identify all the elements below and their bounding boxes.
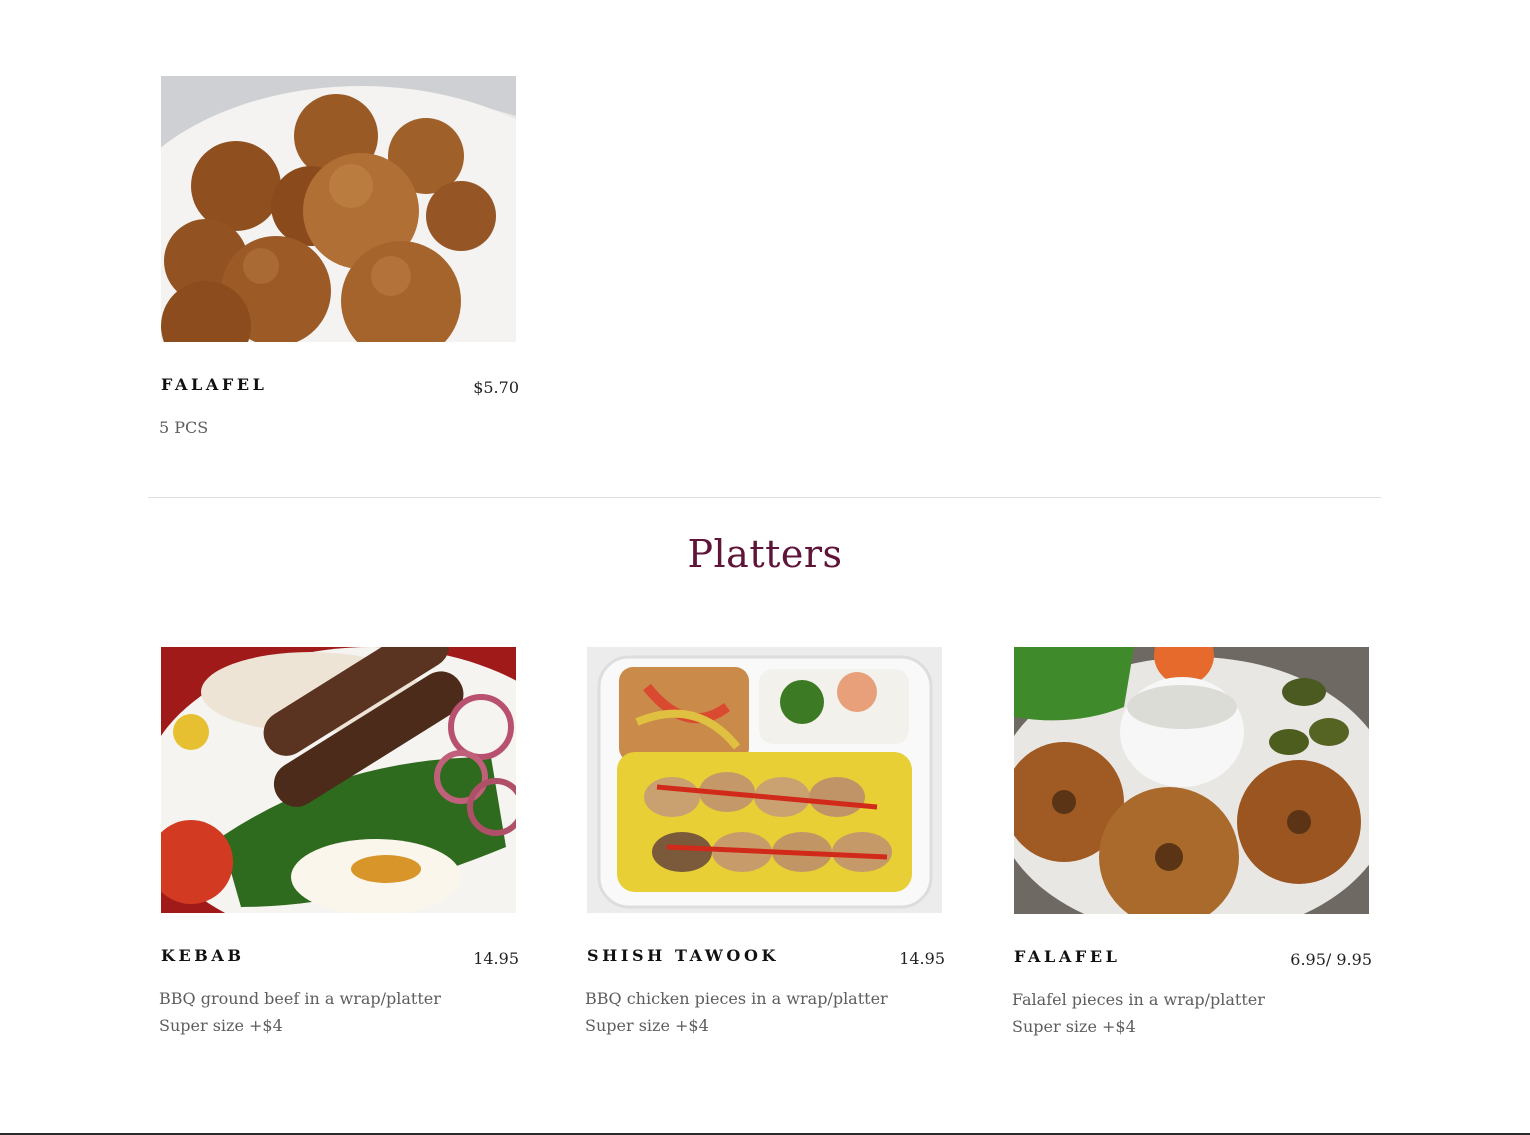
menu-item-falafel-top[interactable]: FALAFEL $5.70 5 PCS [159, 76, 519, 446]
item-name: FALAFEL [161, 375, 268, 394]
menu-item-kebab[interactable]: KEBAB 14.95 BBQ ground beef in a wrap/pl… [159, 647, 519, 1047]
shish-tawook-platter-photo[interactable] [587, 647, 942, 913]
menu-item-falafel-platter[interactable]: FALAFEL 6.95/ 9.95 Falafel pieces in a w… [1012, 647, 1372, 1047]
item-name: SHISH TAWOOK [587, 946, 779, 965]
item-price: 14.95 [899, 949, 945, 968]
item-description-line2: Super size +$4 [159, 1016, 283, 1035]
item-price: 6.95/ 9.95 [1290, 950, 1372, 969]
menu-item-shish-tawook[interactable]: SHISH TAWOOK 14.95 BBQ chicken pieces in… [585, 647, 945, 1047]
item-description-line1: BBQ ground beef in a wrap/platter [159, 989, 441, 1008]
item-price: 14.95 [473, 949, 519, 968]
item-price: $5.70 [473, 378, 519, 397]
item-description-line2: Super size +$4 [1012, 1017, 1136, 1036]
item-name: FALAFEL [1014, 947, 1121, 966]
section-title-platters: Platters [687, 532, 843, 576]
item-description: 5 PCS [159, 418, 209, 437]
item-description-line1: BBQ chicken pieces in a wrap/platter [585, 989, 888, 1008]
section-divider [148, 497, 1381, 498]
item-description-line1: Falafel pieces in a wrap/platter [1012, 990, 1265, 1009]
item-description-line2: Super size +$4 [585, 1016, 709, 1035]
falafel-platter-photo[interactable] [1014, 647, 1369, 914]
item-name: KEBAB [161, 946, 245, 965]
kebab-platter-photo[interactable] [161, 647, 516, 913]
falafel-balls-photo[interactable] [161, 76, 516, 342]
